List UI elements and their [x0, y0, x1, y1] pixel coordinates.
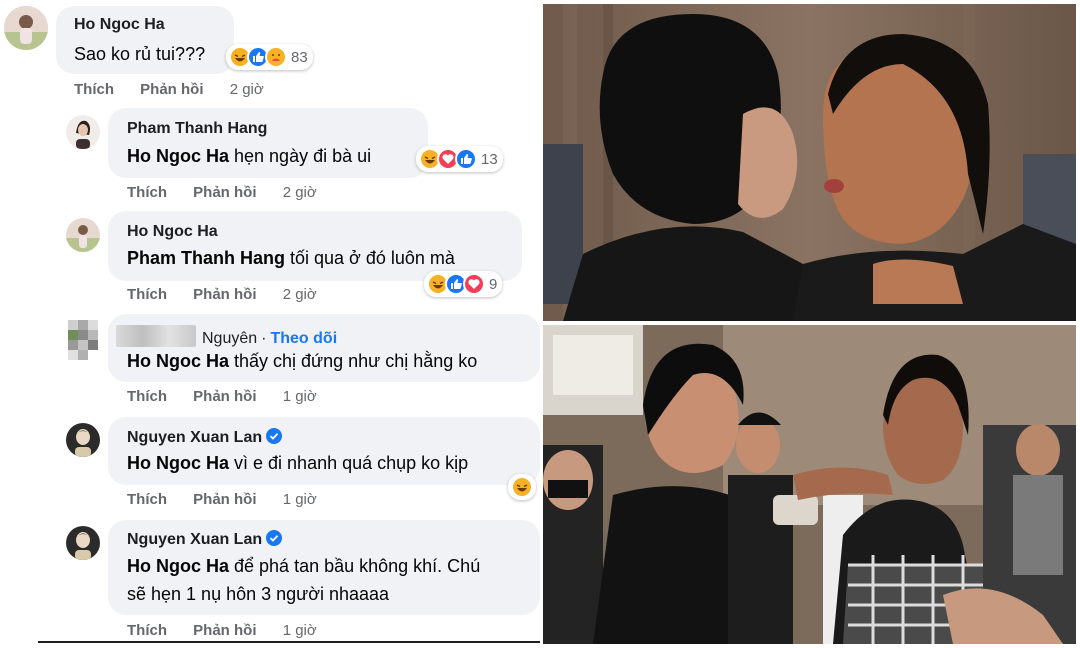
timestamp[interactable]: 2 giờ: [283, 286, 317, 303]
like-button[interactable]: Thích: [127, 286, 167, 303]
comment-text: Ho Ngoc Ha thấy chị đứng như chị hằng ko: [127, 351, 478, 371]
mention[interactable]: Ho Ngoc Ha: [127, 351, 229, 371]
mention[interactable]: Ho Ngoc Ha: [127, 453, 229, 473]
comment-author[interactable]: Ho Ngoc Ha: [74, 16, 165, 34]
verified-badge-icon: [266, 428, 283, 444]
reaction-summary[interactable]: 9: [424, 271, 503, 297]
timestamp[interactable]: 2 giờ: [283, 184, 317, 201]
reply-button[interactable]: Phản hồi: [140, 81, 203, 98]
timestamp[interactable]: 1 giờ: [283, 491, 317, 508]
like-button[interactable]: Thích: [74, 81, 114, 98]
avatar[interactable]: [66, 218, 100, 252]
avatar[interactable]: [66, 115, 100, 149]
bottom-divider: [38, 641, 540, 643]
reaction-count: 9: [489, 275, 498, 293]
comment-bubble: [108, 108, 428, 178]
timestamp[interactable]: 2 giờ: [230, 81, 264, 98]
comment-thread: Ho Ngoc Ha Sao ko rủ tui??? 83 Thích Phả…: [0, 0, 540, 648]
care-icon: [265, 46, 287, 68]
reply-button[interactable]: Phản hồi: [193, 491, 256, 508]
reply-button[interactable]: Phản hồi: [193, 622, 256, 639]
comment-text: Ho Ngoc Ha vì e đi nhanh quá chụp ko kịp: [127, 453, 469, 473]
reply-button[interactable]: Phản hồi: [193, 388, 256, 405]
comment-author[interactable]: Ho Ngoc Ha: [127, 223, 218, 241]
avatar[interactable]: [4, 6, 48, 50]
comment-text: Ho Ngoc Ha để phá tan bầu không khí. Chú: [127, 556, 481, 576]
comment-author[interactable]: Pham Thanh Hang: [127, 120, 267, 138]
comment-actions: Thích Phản hồi 1 giờ: [127, 622, 317, 639]
comment-text: Ho Ngoc Ha hẹn ngày đi bà ui: [127, 146, 372, 166]
comment-author: Nguyen Xuan Lan: [127, 530, 283, 549]
haha-icon: [511, 476, 533, 498]
like-button[interactable]: Thích: [127, 491, 167, 508]
mention[interactable]: Ho Ngoc Ha: [127, 146, 229, 166]
separator: ·: [261, 330, 267, 347]
timestamp[interactable]: 1 giờ: [283, 622, 317, 639]
comment-actions: Thích Phản hồi 2 giờ: [127, 286, 317, 303]
avatar[interactable]: [66, 320, 100, 360]
avatar[interactable]: [66, 526, 100, 560]
reply-button[interactable]: Phản hồi: [193, 184, 256, 201]
reply-button[interactable]: Phản hồi: [193, 286, 256, 303]
comment-text-line-2: sẽ hẹn 1 nụ hôn 3 người nhaaaa: [127, 584, 390, 604]
verified-badge-icon: [266, 530, 283, 546]
comment-author: Nguyên · Theo dõi: [116, 325, 337, 348]
comment-actions: Thích Phản hồi 2 giờ: [74, 81, 264, 98]
timestamp[interactable]: 1 giờ: [283, 388, 317, 405]
crowd-photo: [543, 325, 1076, 644]
like-icon: [455, 148, 477, 170]
comment-actions: Thích Phản hồi 2 giờ: [127, 184, 317, 201]
like-button[interactable]: Thích: [127, 184, 167, 201]
reaction-count: 13: [481, 150, 498, 168]
like-button[interactable]: Thích: [127, 388, 167, 405]
comment-actions: Thích Phản hồi 1 giờ: [127, 491, 317, 508]
avatar[interactable]: [66, 423, 100, 457]
reaction-count: 83: [291, 48, 308, 66]
reaction-summary[interactable]: 83: [226, 44, 313, 70]
kiss-photo: [543, 4, 1076, 321]
comment-text: Sao ko rủ tui???: [74, 44, 206, 64]
reaction-summary[interactable]: [508, 474, 536, 500]
comment-author: Nguyen Xuan Lan: [127, 428, 283, 447]
follow-button[interactable]: Theo dõi: [270, 330, 337, 347]
comment-text: Pham Thanh Hang tối qua ở đó luôn mà: [127, 248, 455, 268]
comment-actions: Thích Phản hồi 1 giờ: [127, 388, 317, 405]
redacted-name: [116, 325, 196, 347]
like-button[interactable]: Thích: [127, 622, 167, 639]
love-icon: [463, 273, 485, 295]
mention[interactable]: Ho Ngoc Ha: [127, 556, 229, 576]
mention[interactable]: Pham Thanh Hang: [127, 248, 285, 268]
reaction-summary[interactable]: 13: [416, 146, 503, 172]
